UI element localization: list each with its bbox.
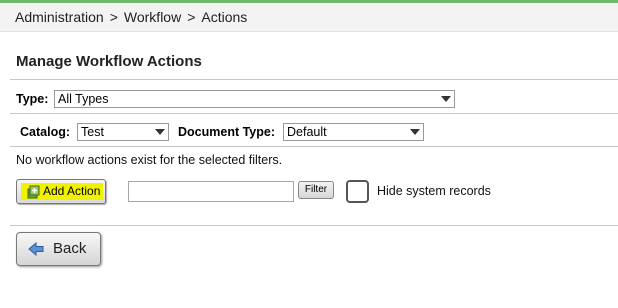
document-type-select[interactable]: Default: [283, 123, 424, 141]
breadcrumb-item-actions: Actions: [201, 9, 248, 25]
breadcrumb: Administration > Workflow > Actions: [0, 3, 618, 32]
type-label: Type:: [16, 92, 49, 106]
chevron-down-icon: [410, 129, 420, 135]
filter-input[interactable]: [128, 181, 294, 202]
breadcrumb-separator: >: [187, 9, 196, 25]
chevron-down-icon: [155, 129, 165, 135]
divider: [10, 113, 618, 114]
empty-state-message: No workflow actions exist for the select…: [16, 153, 283, 167]
add-action-button[interactable]: Add Action: [16, 179, 106, 204]
add-action-button-face: Add Action: [21, 183, 103, 200]
add-action-icon: [27, 185, 40, 199]
divider: [10, 225, 618, 226]
back-button[interactable]: Back: [16, 232, 101, 266]
catalog-label: Catalog:: [20, 125, 70, 139]
breadcrumb-separator: >: [109, 9, 118, 25]
document-type-label: Document Type:: [178, 125, 275, 139]
divider: [10, 146, 618, 147]
back-arrow-icon: [28, 242, 44, 256]
document-type-select-value: Default: [287, 125, 327, 139]
hide-system-records-label: Hide system records: [377, 184, 491, 198]
page-title: Manage Workflow Actions: [16, 53, 202, 70]
filter-button[interactable]: Filter: [298, 181, 334, 199]
hide-system-records-checkbox[interactable]: [346, 180, 369, 203]
breadcrumb-item-workflow[interactable]: Workflow: [124, 9, 181, 25]
catalog-select[interactable]: Test: [77, 123, 169, 141]
divider: [10, 79, 618, 80]
type-select-value: All Types: [58, 92, 109, 106]
chevron-down-icon: [441, 96, 451, 102]
add-action-label: Add Action: [43, 184, 101, 198]
back-label: Back: [53, 240, 87, 257]
breadcrumb-item-administration[interactable]: Administration: [15, 9, 104, 25]
type-select[interactable]: All Types: [54, 90, 455, 108]
catalog-select-value: Test: [81, 125, 104, 139]
